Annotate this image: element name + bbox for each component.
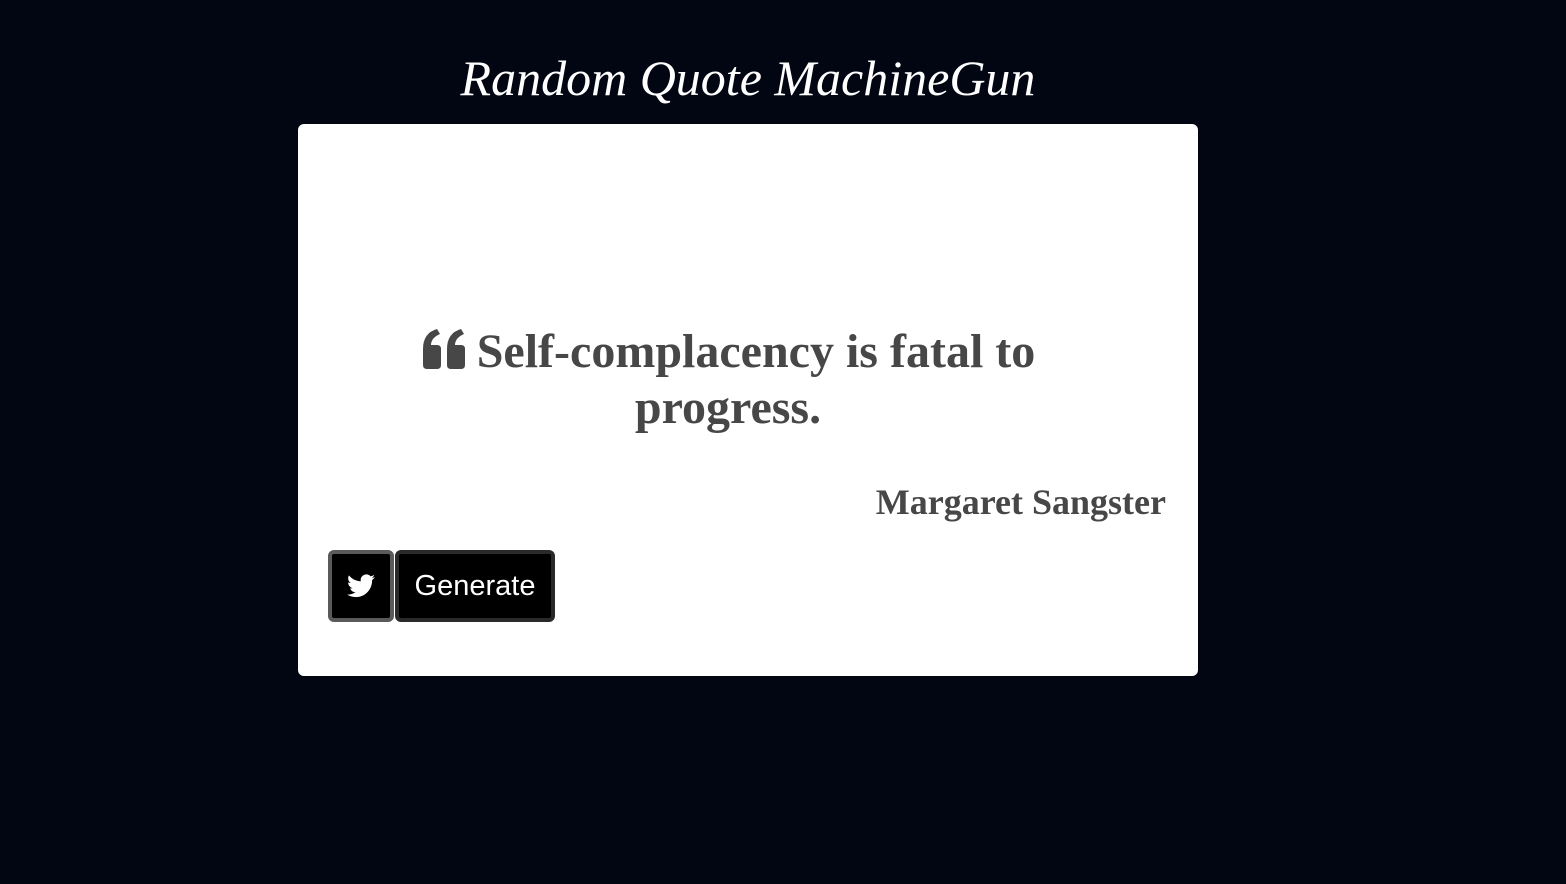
quote-author: Margaret Sangster bbox=[875, 482, 1166, 522]
quote-text: Self-complacency is fatal to progress. bbox=[476, 325, 1036, 434]
quote-left-icon bbox=[421, 329, 467, 369]
twitter-icon bbox=[347, 574, 375, 598]
page-title: Random Quote MachineGun bbox=[460, 50, 1036, 106]
generate-button[interactable]: Generate bbox=[395, 550, 555, 622]
quote-block: Self-complacency is fatal to progress. bbox=[398, 324, 1058, 436]
quote-card: Self-complacency is fatal to progress. M… bbox=[298, 124, 1198, 676]
tweet-button[interactable] bbox=[328, 550, 394, 622]
